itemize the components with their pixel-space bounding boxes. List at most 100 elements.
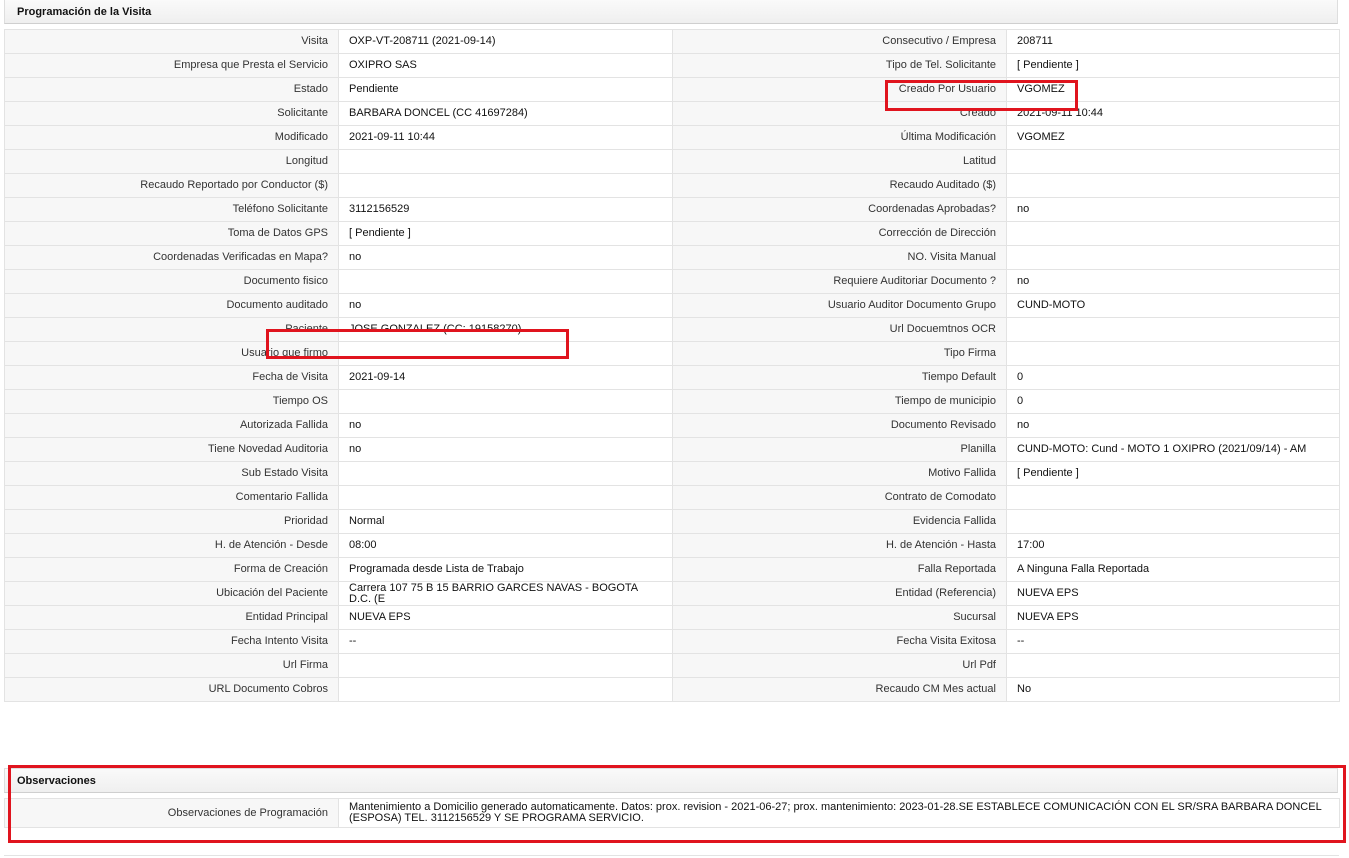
field-label: Recaudo Reportado por Conductor ($)	[4, 173, 339, 198]
field-value	[1006, 653, 1340, 678]
field-value: JOSE GONZALEZ (CC: 19158270)	[338, 317, 673, 342]
field-label: Última Modificación	[672, 125, 1007, 150]
field-value	[1006, 509, 1340, 534]
detail-row: Coordenadas Verificadas en Mapa? no NO. V…	[4, 245, 1340, 270]
field-label: Entidad (Referencia)	[672, 581, 1007, 606]
detail-row: URL Documento Cobros Recaudo CM Mes actua…	[4, 677, 1340, 702]
field-value	[338, 389, 673, 414]
field-label: Estado	[4, 77, 339, 102]
field-label: Modificado	[4, 125, 339, 150]
field-value	[338, 173, 673, 198]
field-label: Latitud	[672, 149, 1007, 174]
field-value	[338, 461, 673, 486]
detail-row: Teléfono Solicitante 3112156529 Coordenada…	[4, 197, 1340, 222]
field-label: Consecutivo / Empresa	[672, 29, 1007, 54]
detail-row: Ubicación del Paciente Carrera 107 75 B 1…	[4, 581, 1340, 606]
field-label: Fecha de Visita	[4, 365, 339, 390]
field-label: Planilla	[672, 437, 1007, 462]
field-label: Paciente	[4, 317, 339, 342]
detail-row: Entidad Principal NUEVA EPS Sucursal NUEVA …	[4, 605, 1340, 630]
detail-row: Empresa que Presta el Servicio OXIPRO SAS…	[4, 53, 1340, 78]
field-value	[1006, 173, 1340, 198]
detail-row: Visita OXP-VT-208711 (2021-09-14) Consecut…	[4, 29, 1340, 54]
field-label: Tiempo de municipio	[672, 389, 1007, 414]
field-value	[1006, 149, 1340, 174]
detail-row: Tiempo OS Tiempo de municipio 0	[4, 389, 1340, 414]
detail-row: Paciente JOSE GONZALEZ (CC: 19158270) Url …	[4, 317, 1340, 342]
field-label: Tiene Novedad Auditoria	[4, 437, 339, 462]
field-value: --	[338, 629, 673, 654]
detail-row: Documento auditado no Usuario Auditor Docu…	[4, 293, 1340, 318]
field-value: [ Pendiente ]	[1006, 461, 1340, 486]
field-value	[1006, 245, 1340, 270]
programacion-title: Programación de la Visita	[17, 6, 152, 18]
field-label: Usuario Auditor Documento Grupo	[672, 293, 1007, 318]
field-value: 208711	[1006, 29, 1340, 54]
field-value: NUEVA EPS	[1006, 581, 1340, 606]
field-value: 0	[1006, 365, 1340, 390]
field-value: OXP-VT-208711 (2021-09-14)	[338, 29, 673, 54]
field-value: no	[338, 293, 673, 318]
field-value: 17:00	[1006, 533, 1340, 558]
detail-row: Recaudo Reportado por Conductor ($) Recau…	[4, 173, 1340, 198]
detail-row: Toma de Datos GPS[ Pendiente ] Corrección…	[4, 221, 1340, 246]
field-label: Forma de Creación	[4, 557, 339, 582]
field-value: no	[1006, 269, 1340, 294]
field-value: Normal	[338, 509, 673, 534]
field-label: Coordenadas Verificadas en Mapa?	[4, 245, 339, 270]
field-label: Longitud	[4, 149, 339, 174]
field-label: Url Pdf	[672, 653, 1007, 678]
field-value: NUEVA EPS	[338, 605, 673, 630]
field-value: 2021-09-11 10:44	[338, 125, 673, 150]
field-value: no	[338, 437, 673, 462]
detail-row: H. de Atención - Desde 08:00 H. de Atenció…	[4, 533, 1340, 558]
field-value: Pendiente	[338, 77, 673, 102]
field-value: 08:00	[338, 533, 673, 558]
field-label: Usuario que firmo	[4, 341, 339, 366]
field-value: VGOMEZ	[1006, 125, 1340, 150]
detail-row: Estado Pendiente Creado Por Usuario VGOMEZ	[4, 77, 1340, 102]
field-value: NUEVA EPS	[1006, 605, 1340, 630]
field-label: NO. Visita Manual	[672, 245, 1007, 270]
field-value: Programada desde Lista de Trabajo	[338, 557, 673, 582]
observaciones-table: Observaciones de Programación Mantenimie…	[4, 798, 1340, 828]
field-value	[1006, 317, 1340, 342]
field-value	[338, 269, 673, 294]
observaciones-label: Observaciones de Programación	[4, 798, 339, 828]
field-label: Evidencia Fallida	[672, 509, 1007, 534]
field-label: H. de Atención - Desde	[4, 533, 339, 558]
field-value: [ Pendiente ]	[1006, 53, 1340, 78]
field-label: Comentario Fallida	[4, 485, 339, 510]
field-label: Corrección de Dirección	[672, 221, 1007, 246]
detail-row: Usuario que firmo Tipo Firma	[4, 341, 1340, 366]
detail-row: Autorizada Fallida no Documento Revisado n…	[4, 413, 1340, 438]
field-label: Documento auditado	[4, 293, 339, 318]
field-label: Empresa que Presta el Servicio	[4, 53, 339, 78]
detail-row: Longitud Latitud	[4, 149, 1340, 174]
field-label: Sub Estado Visita	[4, 461, 339, 486]
field-label: Solicitante	[4, 101, 339, 126]
field-label: Fecha Intento Visita	[4, 629, 339, 654]
detail-row: Url Firma Url Pdf	[4, 653, 1340, 678]
field-value	[338, 485, 673, 510]
field-value: no	[1006, 413, 1340, 438]
field-value: no	[338, 245, 673, 270]
field-value: VGOMEZ	[1006, 77, 1340, 102]
field-label: Falla Reportada	[672, 557, 1007, 582]
field-label: Tiempo OS	[4, 389, 339, 414]
detail-row: Sub Estado Visita Motivo Fallida[ Pendien…	[4, 461, 1340, 486]
field-value: 0	[1006, 389, 1340, 414]
field-value: Carrera 107 75 B 15 BARRIO GARCES NAVAS …	[338, 581, 673, 606]
field-value	[1006, 221, 1340, 246]
observaciones-value: Mantenimiento a Domicilio generado autom…	[338, 798, 1340, 828]
programacion-header: Programación de la Visita	[4, 0, 1338, 24]
field-label: Requiere Auditoriar Documento ?	[672, 269, 1007, 294]
field-label: Toma de Datos GPS	[4, 221, 339, 246]
field-value	[338, 653, 673, 678]
field-label: Url Docuemtnos OCR	[672, 317, 1007, 342]
field-label: Tipo Firma	[672, 341, 1007, 366]
field-value: 3112156529	[338, 197, 673, 222]
field-value: 2021-09-11 10:44	[1006, 101, 1340, 126]
field-value	[338, 149, 673, 174]
field-value: No	[1006, 677, 1340, 702]
